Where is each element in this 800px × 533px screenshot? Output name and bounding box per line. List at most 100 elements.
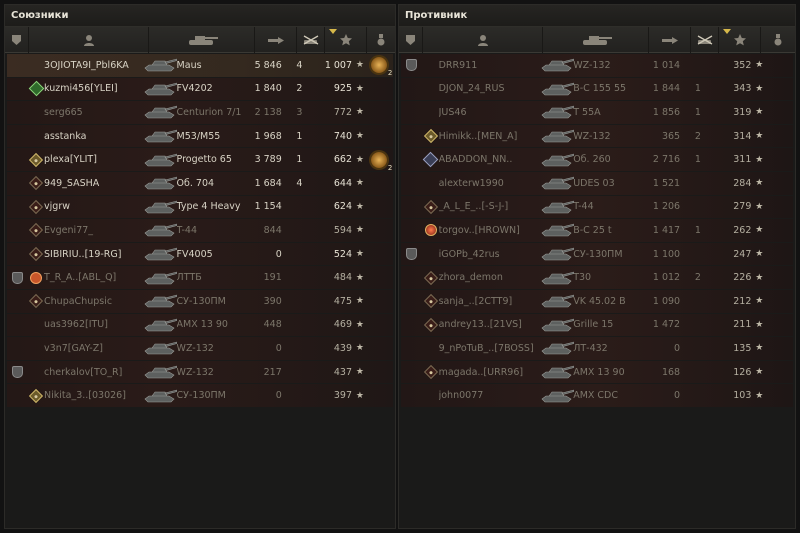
- player-row[interactable]: SIBIRIU..[19-RG] FV4005 0 524 ★: [7, 242, 393, 266]
- player-row[interactable]: Nikita_3..[03026] СУ-130ПМ 0 397 ★: [7, 384, 393, 407]
- player-row[interactable]: vjgrw Type 4 Heavy 1 154 624 ★: [7, 195, 393, 219]
- player-row[interactable]: Himikk..[MEN_A] WZ-132 365 2 314 ★: [401, 124, 793, 148]
- player-row[interactable]: uas3962[ITU] AMX 13 90 448 469 ★: [7, 313, 393, 337]
- tank-image: [141, 385, 178, 407]
- medal-column-header[interactable]: [761, 27, 795, 53]
- tank-silhouette-icon: [145, 389, 178, 402]
- player-row[interactable]: asstanka M53/M55 1 968 1 740 ★: [7, 124, 393, 148]
- platoon-column-header[interactable]: [399, 26, 423, 53]
- achievement-count: 2: [387, 69, 393, 78]
- achievement-medal-icon[interactable]: 2: [371, 57, 392, 77]
- player-name: _A_L_E_..[-S-J-]: [438, 201, 509, 213]
- tank-name: FV4202: [176, 83, 213, 95]
- tank-silhouette-icon: [145, 365, 178, 379]
- damage-value: 1 968: [254, 130, 282, 142]
- tank-silhouette-icon: [541, 176, 574, 190]
- xp-column-header[interactable]: [325, 26, 367, 53]
- rank-badge-icon: [29, 199, 44, 214]
- player-row[interactable]: torgov..[HROWN] B-C 25 t 1 417 1 262 ★: [401, 219, 793, 242]
- platoon-icon: [406, 59, 418, 72]
- player-row[interactable]: 3OJIOTA9I_Pbl6KA Maus 5 846 4 1 007 ★ 2: [7, 54, 393, 77]
- damage-value: 1 521: [652, 177, 681, 189]
- tank-name: B-C 25 t: [573, 224, 612, 236]
- player-row[interactable]: _A_L_E_..[-S-J-] T-44 1 206 279 ★: [401, 195, 793, 219]
- player-row[interactable]: ChupaChupsic СУ-130ПМ 390 475 ★: [7, 289, 393, 313]
- player-row[interactable]: plexa[YLIT] Progetto 65 3 789 1 662 ★ 2: [7, 148, 393, 172]
- medal-column-header[interactable]: [367, 27, 395, 53]
- tank-image: [141, 125, 178, 147]
- damage-value: 1 856: [652, 106, 681, 118]
- platoon-icon: [12, 34, 21, 45]
- player-row[interactable]: andrey13..[21VS] Grille 15 1 472 211 ★: [401, 313, 793, 337]
- kills-value: 1: [694, 83, 701, 95]
- tank-name: B-C 155 55: [573, 83, 627, 95]
- player-name: Himikk..[MEN_A]: [438, 130, 518, 142]
- tank-name: ЛТ-432: [573, 342, 608, 354]
- tank-name: СУ-130ПМ: [176, 295, 226, 307]
- player-row[interactable]: iGOPb_42rus СУ-130ПМ 1 100 247 ★: [401, 242, 793, 266]
- xp-star-icon: ★: [755, 296, 764, 307]
- tank-name: M53/M55: [176, 130, 221, 142]
- player-row[interactable]: zhora_demon T30 1 012 2 226 ★: [401, 266, 793, 289]
- player-row[interactable]: DRR911 WZ-132 1 014 352 ★: [401, 54, 793, 77]
- tank-image: [538, 101, 574, 123]
- damage-value: 1 844: [652, 83, 681, 95]
- enemies-header: [399, 26, 795, 53]
- player-row[interactable]: alexterw1990 UDES 03 1 521 284 ★: [401, 171, 793, 195]
- achievement-medal-icon[interactable]: 2: [371, 151, 392, 172]
- kills-value: 4: [296, 59, 303, 71]
- player-name: serg665: [44, 106, 83, 118]
- player-column-header[interactable]: [29, 26, 149, 53]
- tank-silhouette-icon: [541, 129, 574, 143]
- player-row[interactable]: john0077 AMX CDC 0 103 ★: [401, 384, 793, 407]
- xp-value: 740: [333, 130, 353, 142]
- x-rank-icon: [422, 151, 439, 168]
- player-name: torgov..[HROWN]: [438, 224, 520, 236]
- damage-column-header[interactable]: [649, 26, 691, 53]
- kills-column-header[interactable]: [297, 26, 325, 53]
- player-column-header[interactable]: [423, 26, 543, 53]
- player-row[interactable]: Evgeni77_ T-44 844 594 ★: [7, 219, 393, 242]
- tank-image: [538, 149, 574, 171]
- player-name: john0077: [438, 390, 484, 402]
- tank-silhouette-icon: [145, 153, 178, 166]
- platoon-column-header[interactable]: [5, 26, 29, 53]
- rank-cell: [28, 246, 44, 262]
- platoon-cell: [7, 366, 28, 379]
- tank-name: Об. 260: [573, 154, 611, 166]
- player-row[interactable]: magada..[URR96] AMX 13 90 168 126 ★: [401, 360, 793, 384]
- damage-value: 1 154: [254, 201, 282, 213]
- kills-column-header[interactable]: [691, 26, 719, 53]
- damage-icon: [267, 36, 284, 44]
- player-row[interactable]: T_R_A..[ABL_Q] ЛТТБ 191 484 ★: [7, 266, 393, 289]
- tank-image: [141, 172, 178, 194]
- rank-badge-icon: [29, 294, 44, 309]
- player-name: iGOPb_42rus: [438, 248, 500, 260]
- kills-value: 1: [694, 224, 701, 236]
- damage-column-header[interactable]: [255, 26, 297, 53]
- player-row[interactable]: 949_SASHA Об. 704 1 684 4 644 ★: [7, 171, 393, 195]
- player-row[interactable]: v3n7[GAY-Z] WZ-132 0 439 ★: [7, 337, 393, 360]
- xp-value: 439: [333, 342, 353, 354]
- tank-image: [538, 54, 574, 76]
- tank-image: [141, 54, 178, 76]
- player-row[interactable]: serg665 Centurion 7/1 2 138 3 772 ★: [7, 101, 393, 124]
- tank-icon: [582, 35, 612, 45]
- damage-value: 1 206: [652, 201, 681, 213]
- player-row[interactable]: sanja_..[2CTT9] VK 45.02 B 1 090 212 ★: [401, 289, 793, 313]
- player-row[interactable]: JUS46 T 55A 1 856 1 319 ★: [401, 101, 793, 124]
- player-row[interactable]: 9_nPoTuB_..[7BOSS] ЛТ-432 0 135 ★: [401, 337, 793, 360]
- tank-column-header[interactable]: [149, 26, 255, 53]
- player-row[interactable]: DJON_24_RUS B-C 155 55 1 844 1 343 ★: [401, 77, 793, 101]
- allies-panel: Союзники 3OJIOTA9I_Pbl6KA Maus 5 846 4 1 007…: [4, 4, 396, 529]
- player-row[interactable]: cherkalov[TO_R] WZ-132 217 437 ★: [7, 360, 393, 384]
- kills-value: 4: [296, 177, 303, 189]
- tank-name: СУ-130ПМ: [573, 248, 623, 260]
- xp-column-header[interactable]: [719, 26, 761, 53]
- kills-value: 1: [296, 130, 303, 142]
- allies-title: Союзники: [5, 5, 395, 27]
- tank-silhouette-icon: [145, 58, 178, 72]
- player-row[interactable]: kuzmi456[YLEI] FV4202 1 840 2 925 ★: [7, 77, 393, 101]
- tank-column-header[interactable]: [543, 26, 649, 53]
- player-row[interactable]: ABADDON_NN.. Об. 260 2 716 1 311 ★: [401, 148, 793, 171]
